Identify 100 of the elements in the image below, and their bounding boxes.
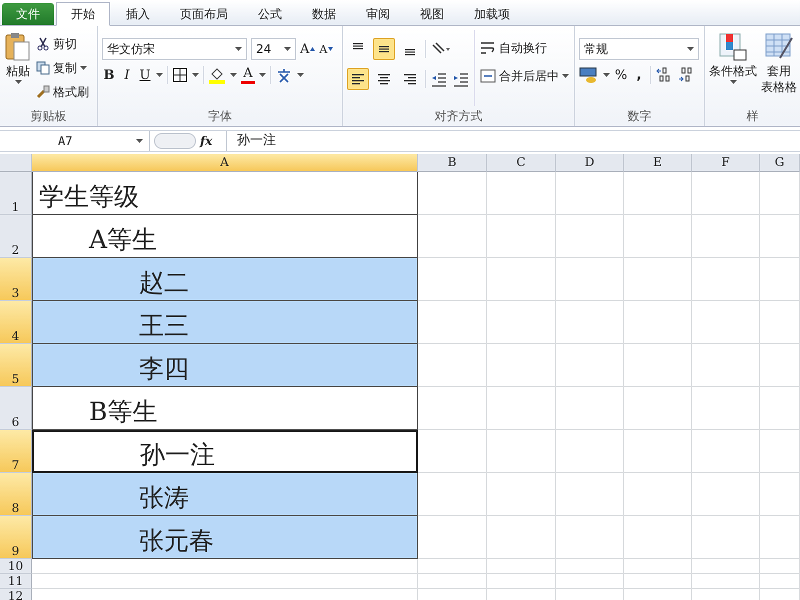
row-header[interactable]: 8 <box>0 473 32 516</box>
copy-button[interactable]: 复制 <box>36 58 89 78</box>
table-cell <box>760 301 800 344</box>
fill-color-icon[interactable] <box>208 66 226 84</box>
caret-icon[interactable] <box>297 73 304 77</box>
comma-style-button[interactable]: , <box>632 68 646 82</box>
formula-input[interactable]: 孙一注 <box>226 131 800 151</box>
table-cell <box>760 344 800 387</box>
currency-icon[interactable] <box>579 66 599 84</box>
font-size-dropdown[interactable]: 24 <box>251 38 296 60</box>
table-cell <box>556 301 624 344</box>
caret-icon[interactable] <box>687 47 694 51</box>
row-header[interactable]: 1 <box>0 172 32 215</box>
resize-handle[interactable] <box>154 133 196 149</box>
horizontal-align-icon[interactable] <box>347 68 369 90</box>
percent-button[interactable]: % <box>614 68 628 82</box>
row-header[interactable]: 4 <box>0 301 32 344</box>
down-triangle-icon <box>328 47 334 51</box>
table-cell <box>418 258 487 301</box>
table-cell <box>692 430 760 473</box>
table-cell <box>624 344 692 387</box>
caret-icon[interactable] <box>284 47 291 51</box>
caret-icon[interactable] <box>136 139 143 143</box>
table-cell <box>487 516 556 559</box>
table-cell <box>624 172 692 215</box>
vertical-align-icon[interactable] <box>373 38 395 60</box>
caret-icon[interactable] <box>259 73 266 77</box>
ribbon-tab[interactable]: 页面布局 <box>166 3 242 25</box>
row-header[interactable]: 5 <box>0 344 32 387</box>
table-cell <box>692 215 760 258</box>
italic-button[interactable]: I <box>120 68 134 82</box>
table-cell <box>760 574 800 589</box>
font-name-dropdown[interactable]: 华文仿宋 <box>102 38 247 60</box>
ribbon-tab[interactable]: 插入 <box>112 3 164 25</box>
table-cell <box>487 172 556 215</box>
table-cell <box>487 344 556 387</box>
table-cell <box>692 473 760 516</box>
table-cell <box>556 387 624 430</box>
row-header[interactable]: 6 <box>0 387 32 430</box>
ribbon-tab[interactable]: 审阅 <box>352 3 404 25</box>
ribbon-tab[interactable]: 加载项 <box>460 3 524 25</box>
borders-icon[interactable] <box>172 67 188 83</box>
caret-icon[interactable] <box>192 73 199 77</box>
row-header[interactable]: 11 <box>0 574 32 589</box>
caret-icon[interactable] <box>562 74 569 78</box>
ribbon-tab[interactable]: 数据 <box>298 3 350 25</box>
table-cell <box>487 387 556 430</box>
table-cell <box>418 301 487 344</box>
number-format-dropdown[interactable]: 常规 <box>579 38 699 60</box>
row-header[interactable]: 2 <box>0 215 32 258</box>
cut-button[interactable]: 剪切 <box>36 34 89 54</box>
cell-text: 张涛 <box>138 482 189 514</box>
column-header[interactable]: B <box>418 154 487 172</box>
cell-text: 王三 <box>138 310 189 342</box>
conditional-formatting-button[interactable]: 条件格式 <box>709 30 757 106</box>
ribbon-tab[interactable]: 开始 <box>56 2 110 26</box>
table-cell <box>556 215 624 258</box>
font-color-button[interactable]: A <box>241 66 255 84</box>
table-cell <box>624 516 692 559</box>
table-cell <box>624 301 692 344</box>
column-header[interactable]: F <box>692 154 760 172</box>
caret-icon[interactable] <box>156 73 163 77</box>
column-header[interactable]: D <box>556 154 624 172</box>
file-tab[interactable]: 文件 <box>2 3 54 25</box>
caret-icon[interactable] <box>80 66 87 70</box>
table-cell <box>692 387 760 430</box>
table-cell <box>556 258 624 301</box>
underline-button[interactable]: U <box>138 68 152 82</box>
row-header[interactable]: 9 <box>0 516 32 559</box>
column-header[interactable]: A <box>32 154 418 172</box>
up-triangle-icon <box>310 47 316 51</box>
phonetic-guide-icon[interactable] <box>275 66 293 84</box>
ribbon-tab[interactable]: 视图 <box>406 3 458 25</box>
column-header[interactable]: C <box>487 154 556 172</box>
column-header[interactable]: G <box>760 154 800 172</box>
table-cell <box>556 574 624 589</box>
caret-icon[interactable] <box>603 73 610 77</box>
ribbon-tab[interactable]: 公式 <box>244 3 296 25</box>
insert-function-button[interactable]: fx <box>200 134 226 148</box>
wrap-text-button[interactable]: 自动换行 <box>480 38 569 58</box>
bold-button[interactable]: B <box>102 68 116 82</box>
row-header[interactable]: 12 <box>0 589 32 600</box>
row-header[interactable]: 3 <box>0 258 32 301</box>
format-painter-button[interactable]: 格式刷 <box>36 82 89 102</box>
grow-font-button[interactable]: A <box>300 42 316 56</box>
shrink-font-button[interactable]: A <box>319 42 334 56</box>
paste-button[interactable]: 粘贴 <box>4 30 32 106</box>
row-header[interactable]: 10 <box>0 559 32 574</box>
caret-icon[interactable] <box>730 80 736 84</box>
format-as-table-button[interactable]: 套用 表格格 <box>761 30 797 106</box>
table-cell <box>760 430 800 473</box>
caret-icon[interactable] <box>14 80 22 84</box>
caret-icon[interactable] <box>230 73 237 77</box>
table-cell <box>418 387 487 430</box>
name-box[interactable]: A7 <box>0 131 150 151</box>
merge-center-button[interactable]: 合并后居中 <box>480 66 569 86</box>
row-header[interactable]: 7 <box>0 430 32 473</box>
caret-icon[interactable] <box>235 47 242 51</box>
table-cell <box>418 430 487 473</box>
column-header[interactable]: E <box>624 154 692 172</box>
